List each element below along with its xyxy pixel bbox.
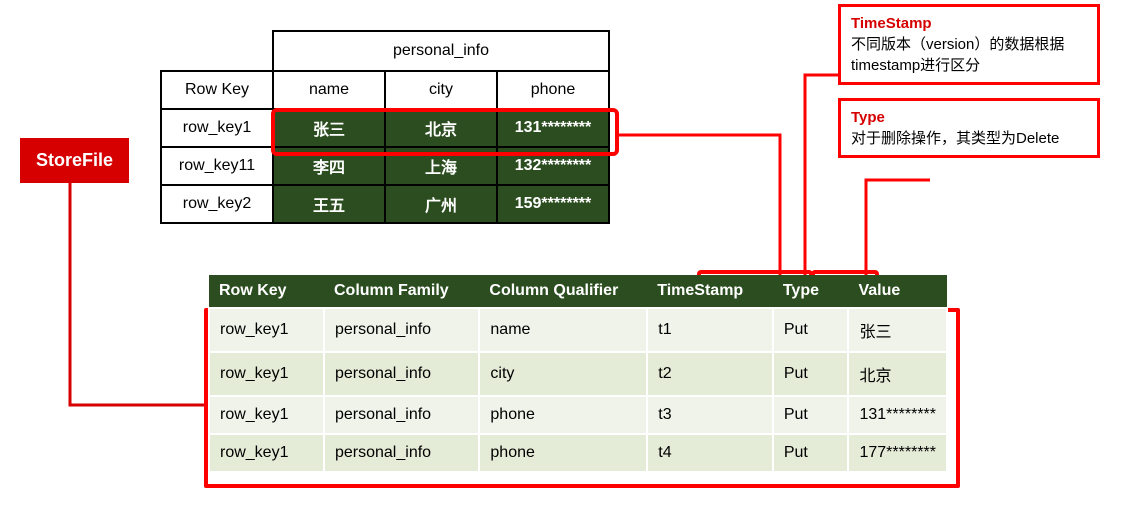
lower-hdr-2: Column Qualifier [479, 275, 647, 308]
table-row: row_key11 李四 上海 132******** [161, 147, 609, 185]
cell: city [479, 352, 647, 396]
data-cell: 132******** [497, 147, 609, 185]
rowkey-cell: row_key1 [161, 109, 273, 147]
cell: Put [773, 308, 849, 352]
cell: phone [479, 434, 647, 472]
table-row: row_key1 personal_info phone t3 Put 131*… [209, 396, 947, 434]
lower-hdr-0: Row Key [209, 275, 324, 308]
cell: row_key1 [209, 352, 324, 396]
cell: t4 [647, 434, 773, 472]
table-row: row_key1 personal_info phone t4 Put 177*… [209, 434, 947, 472]
cell: personal_info [324, 434, 479, 472]
lower-table: Row Key Column Family Column Qualifier T… [208, 275, 948, 473]
lower-hdr-3: TimeStamp [647, 275, 773, 308]
lower-hdr-1: Column Family [324, 275, 479, 308]
cell: 张三 [848, 308, 947, 352]
cell: name [479, 308, 647, 352]
type-anno-title: Type [851, 107, 1087, 128]
rowkey-cell: row_key2 [161, 185, 273, 223]
type-annotation: Type 对于删除操作，其类型为Delete [838, 98, 1100, 158]
rowkey-cell: row_key11 [161, 147, 273, 185]
cell: personal_info [324, 352, 479, 396]
cell: personal_info [324, 308, 479, 352]
data-cell: 张三 [273, 109, 385, 147]
timestamp-anno-title: TimeStamp [851, 13, 1087, 34]
cell: row_key1 [209, 434, 324, 472]
data-cell: 王五 [273, 185, 385, 223]
cell: Put [773, 434, 849, 472]
table-row: row_key1 personal_info city t2 Put 北京 [209, 352, 947, 396]
storefile-badge: StoreFile [20, 138, 129, 183]
lower-hdr-5: Value [848, 275, 947, 308]
cell: t3 [647, 396, 773, 434]
cell: Put [773, 396, 849, 434]
data-cell: 广州 [385, 185, 497, 223]
timestamp-annotation: TimeStamp 不同版本（version）的数据根据timestamp进行区… [838, 4, 1100, 85]
table-row: row_key2 王五 广州 159******** [161, 185, 609, 223]
col-hdr-1: city [385, 71, 497, 109]
cell: t2 [647, 352, 773, 396]
data-cell: 131******** [497, 109, 609, 147]
upper-table: personal_info Row Key name city phone ro… [160, 30, 610, 224]
cell: 177******** [848, 434, 947, 472]
cell: 131******** [848, 396, 947, 434]
cell: Put [773, 352, 849, 396]
col-hdr-0: name [273, 71, 385, 109]
cell: row_key1 [209, 396, 324, 434]
data-cell: 159******** [497, 185, 609, 223]
data-cell: 北京 [385, 109, 497, 147]
cell: personal_info [324, 396, 479, 434]
type-anno-text: 对于删除操作，其类型为Delete [851, 128, 1087, 149]
cell: row_key1 [209, 308, 324, 352]
timestamp-anno-text: 不同版本（version）的数据根据timestamp进行区分 [851, 34, 1087, 76]
lower-hdr-4: Type [773, 275, 849, 308]
table-row: row_key1 张三 北京 131******** [161, 109, 609, 147]
cf-header: personal_info [273, 31, 609, 71]
rowkey-header: Row Key [161, 71, 273, 109]
cell: t1 [647, 308, 773, 352]
cell: 北京 [848, 352, 947, 396]
cell: phone [479, 396, 647, 434]
data-cell: 上海 [385, 147, 497, 185]
col-hdr-2: phone [497, 71, 609, 109]
table-row: row_key1 personal_info name t1 Put 张三 [209, 308, 947, 352]
data-cell: 李四 [273, 147, 385, 185]
